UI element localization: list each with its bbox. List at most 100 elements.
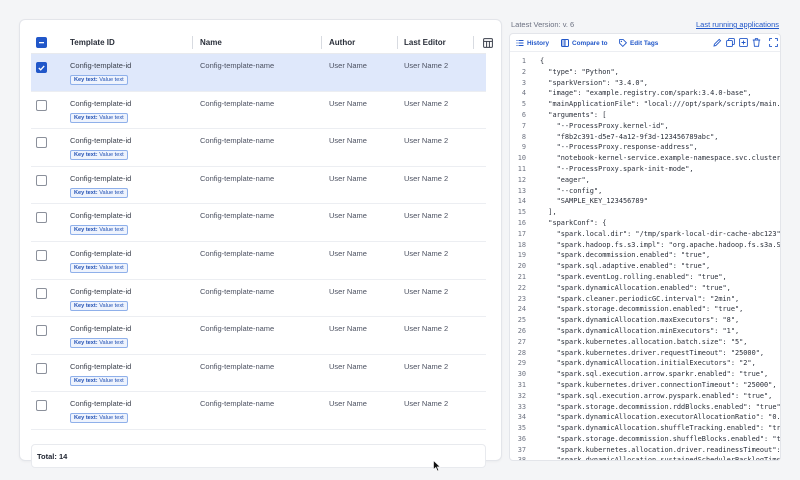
cell-name: Config-template-name [200, 399, 275, 409]
cell-last-editor: User Name 2 [404, 399, 449, 409]
line-number: 38 [517, 456, 526, 461]
edit-icon[interactable] [713, 38, 722, 47]
table-row[interactable]: Config-template-id Key text: Value text Co… [31, 280, 486, 318]
line-number: 22 [517, 283, 526, 292]
table-row[interactable]: Config-template-id Key text: Value text Co… [31, 129, 486, 167]
code-line: 8 "f8b2c391-d5e7-4a12-9f3d-123456789abc"… [510, 132, 780, 143]
row-checkbox[interactable] [36, 362, 47, 374]
tag-key: Key text: [74, 77, 98, 83]
line-number: 28 [517, 348, 526, 357]
cell-template-id: Config-template-id [70, 248, 132, 258]
table-row[interactable]: Config-template-id Key text: Value text Co… [31, 317, 486, 355]
fullscreen-icon[interactable] [769, 38, 778, 47]
minus-icon [39, 42, 44, 44]
edit-tags-label: Edit Tags [630, 39, 659, 47]
table-row[interactable]: Config-template-id Key text: Value text Co… [31, 392, 486, 430]
history-button[interactable]: History [516, 39, 549, 47]
column-header-template-id[interactable]: Template ID [70, 31, 115, 54]
line-number: 14 [517, 197, 526, 206]
row-checkbox[interactable] [36, 287, 47, 299]
cell-last-editor: User Name 2 [404, 136, 449, 146]
row-checkbox[interactable] [36, 137, 47, 149]
line-number: 24 [517, 305, 526, 314]
row-checkbox[interactable] [36, 325, 47, 337]
line-number: 27 [517, 337, 526, 346]
line-number: 12 [517, 175, 526, 184]
code-text: "spark.kubernetes.driver.requestTimeout"… [540, 348, 765, 357]
table-row[interactable]: Config-template-id Key text: Value text Co… [31, 92, 486, 130]
code-line: 34 "spark.dynamicAllocation.executorAllo… [510, 412, 780, 423]
line-number: 1 [521, 57, 526, 65]
code-text: "spark.sql.execution.arrow.pyspark.enabl… [540, 391, 773, 400]
edit-tags-button[interactable]: Edit Tags [619, 39, 658, 47]
code-text: "spark.eventLog.rolling.enabled": "true"… [540, 272, 727, 281]
line-number: 30 [517, 370, 526, 379]
code-line: 28 "spark.kubernetes.driver.requestTimeo… [510, 348, 780, 359]
tag-key: Key text: [74, 227, 98, 234]
column-header-author[interactable]: Author [329, 31, 355, 54]
compare-to-button[interactable]: Compare to [561, 39, 608, 47]
row-checkbox[interactable] [36, 249, 47, 261]
code-line: 38 "spark.dynamicAllocation.sustainedSch… [510, 455, 780, 461]
key-value-tag: Key text: Value text [70, 262, 128, 273]
last-running-applications-link[interactable]: Last running applications [696, 20, 779, 29]
code-text: "--ProcessProxy.spark-init-mode", [540, 164, 694, 173]
code-text: "spark.sql.adaptive.enabled": "true", [540, 262, 711, 271]
tag-key: Key text: [74, 302, 98, 309]
table-settings-icon[interactable] [483, 31, 493, 54]
code-viewer: History Compare to Edit Tags 1 {2 "type… [509, 33, 781, 461]
cell-name: Config-template-name [200, 248, 275, 258]
code-text: "spark.sql.execution.arrow.sparkr.enable… [540, 370, 769, 379]
line-number: 26 [517, 326, 526, 335]
line-number: 18 [517, 240, 526, 249]
table-row[interactable]: Config-template-id Key text: Value text Co… [31, 54, 486, 92]
line-number: 21 [517, 272, 526, 281]
cell-author: User Name [329, 248, 367, 258]
row-checkbox[interactable] [36, 212, 47, 224]
select-all-checkbox[interactable] [36, 37, 47, 48]
code-text: "spark.storage.decommission.rddBlocks.en… [540, 402, 781, 411]
cell-last-editor: User Name 2 [404, 211, 449, 221]
row-checkbox[interactable] [36, 400, 47, 412]
column-header-last-editor[interactable]: Last Editor [404, 31, 446, 54]
line-number: 32 [517, 391, 526, 400]
column-header-name[interactable]: Name [200, 31, 222, 54]
templates-table: Template ID Name Author Last Editor Conf… [31, 31, 493, 430]
templates-panel: Template ID Name Author Last Editor Conf… [19, 19, 502, 468]
cell-author: User Name [329, 98, 367, 108]
row-checkbox[interactable] [36, 174, 47, 186]
cell-name: Config-template-name [200, 211, 275, 221]
tag-value: Value text [99, 377, 124, 384]
code-text: "--ProcessProxy.kernel-id", [540, 121, 669, 130]
table-row[interactable]: Config-template-id Key text: Value text Co… [31, 204, 486, 242]
line-number: 13 [517, 186, 526, 195]
cell-template-id: Config-template-id [70, 324, 132, 334]
code-text: "type": "Python", [540, 67, 619, 76]
code-line: 13 "--config", [510, 186, 780, 197]
tag-icon [619, 39, 627, 47]
code-editor[interactable]: 1{2 "type": "Python", 3 "sparkVersion": "… [510, 56, 781, 461]
check-icon [38, 65, 45, 71]
table-row[interactable]: Config-template-id Key text: Value text Co… [31, 355, 486, 393]
code-line: 19 "spark.decommission.enabled": "true", [510, 250, 780, 261]
delete-icon[interactable] [752, 38, 761, 47]
code-line: 26 "spark.dynamicAllocation.minExecutors… [510, 326, 780, 337]
cell-author: User Name [329, 61, 367, 70]
total-count: Total: 14 [37, 452, 68, 461]
table-row[interactable]: Config-template-id Key text: Value text Co… [31, 167, 486, 205]
row-checkbox[interactable] [36, 62, 47, 73]
code-line: 21 "spark.eventLog.rolling.enabled": "tr… [510, 272, 780, 283]
code-text: "spark.dynamicAllocation.minExecutors": … [540, 326, 740, 335]
copy-icon[interactable] [726, 38, 735, 47]
code-line: 31 "spark.kubernetes.driver.connectionTi… [510, 380, 780, 391]
table-row[interactable]: Config-template-id Key text: Value text Co… [31, 242, 486, 280]
code-text: "--ProcessProxy.response-address", [540, 143, 698, 152]
cell-author: User Name [329, 136, 367, 146]
duplicate-icon[interactable] [739, 38, 748, 47]
line-number: 37 [517, 445, 526, 454]
row-checkbox[interactable] [36, 99, 47, 111]
code-line: 14 "SAMPLE_KEY_123456789" [510, 196, 780, 207]
mouse-cursor-icon [433, 460, 441, 472]
line-number: 34 [517, 413, 526, 422]
code-text: "arguments": [ [540, 110, 607, 119]
